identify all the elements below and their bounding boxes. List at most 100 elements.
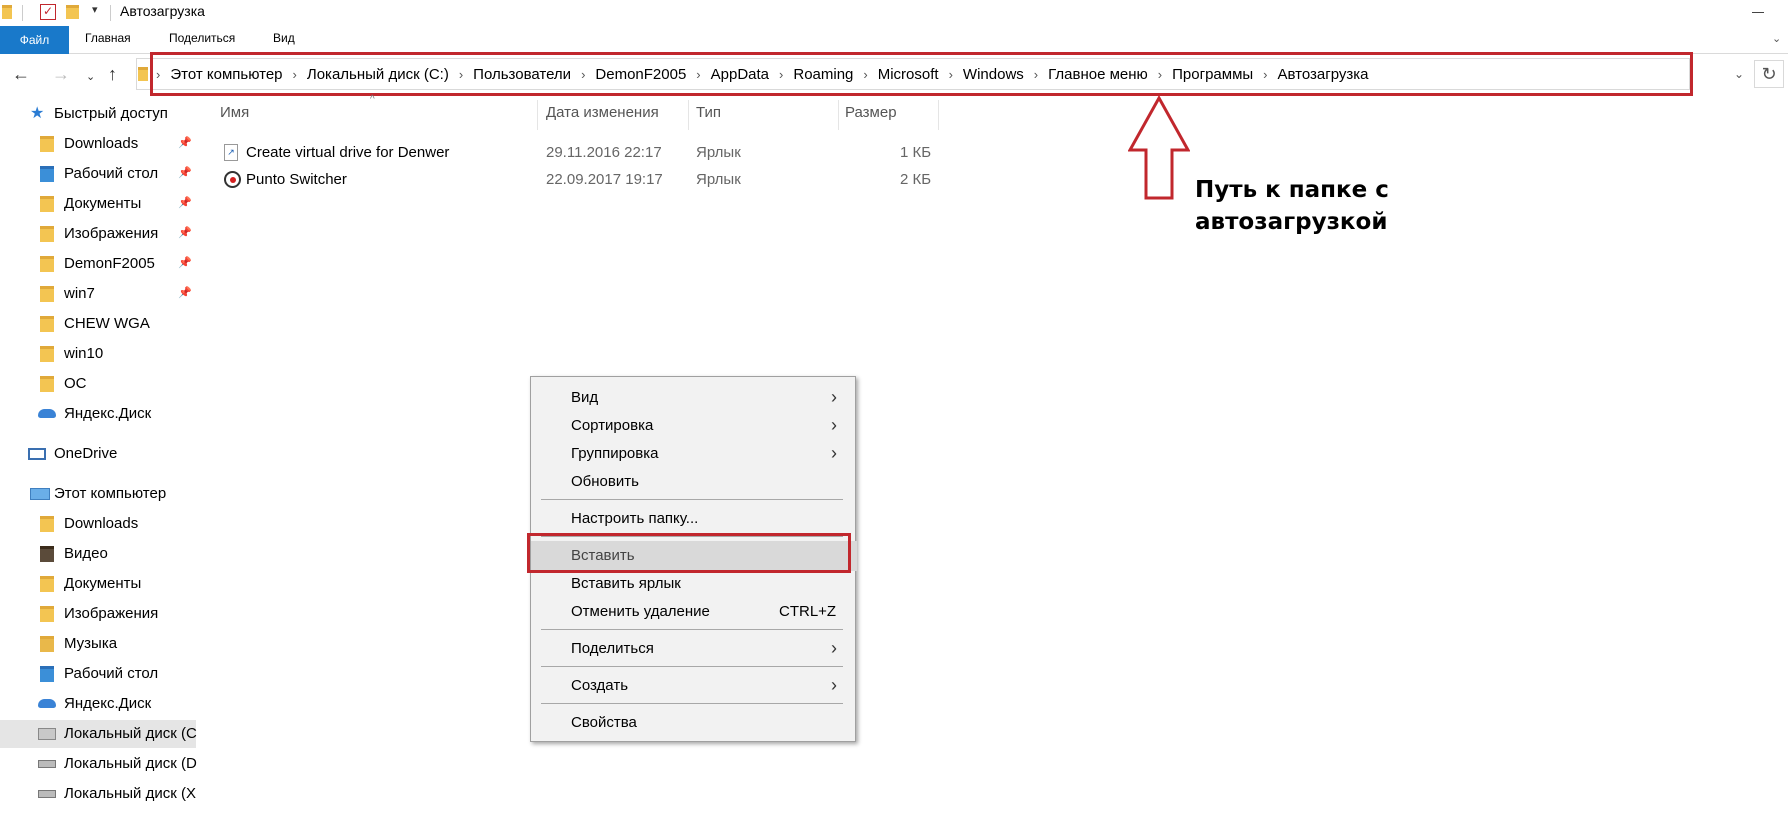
refresh-icon[interactable]: ↻ bbox=[1754, 60, 1784, 88]
menu-item-paste-shortcut[interactable]: Вставить ярлык bbox=[531, 571, 857, 597]
up-arrow-icon[interactable]: ↑ bbox=[108, 64, 117, 85]
menu-item-sort[interactable]: Сортировка › bbox=[531, 413, 857, 439]
column-header-type[interactable]: Тип bbox=[696, 104, 721, 121]
file-date: 22.09.2017 19:17 bbox=[546, 171, 663, 188]
sidebar-this-pc[interactable]: Этот компьютер bbox=[0, 480, 196, 508]
chevron-right-icon: › bbox=[831, 443, 837, 463]
file-row[interactable]: ↗ Create virtual drive for Denwer 29.11.… bbox=[220, 140, 940, 166]
tab-home[interactable]: Главная bbox=[85, 31, 131, 45]
column-header-size[interactable]: Размер bbox=[845, 104, 897, 121]
pin-icon[interactable]: 📌 bbox=[178, 166, 192, 179]
tab-file[interactable]: Файл bbox=[0, 26, 69, 54]
expand-ribbon-icon[interactable]: ⌄ bbox=[1772, 32, 1781, 45]
tab-share[interactable]: Поделиться bbox=[169, 31, 235, 45]
sidebar-item-pc-yandex-disk[interactable]: Яндекс.Диск bbox=[0, 690, 196, 718]
sidebar-item-label: win7 bbox=[64, 285, 95, 302]
new-folder-icon[interactable] bbox=[66, 5, 79, 19]
chevron-right-icon: › bbox=[831, 387, 837, 407]
folder-icon bbox=[2, 5, 12, 19]
shortcut-file-icon: ↗ bbox=[224, 144, 238, 161]
menu-item-label: Вставить ярлык bbox=[571, 575, 681, 592]
pictures-folder-icon bbox=[40, 606, 54, 622]
sidebar-onedrive[interactable]: OneDrive bbox=[0, 440, 196, 468]
sidebar-item-drive-c[interactable]: Локальный диск (C bbox=[0, 720, 197, 748]
sidebar-item-pc-pictures[interactable]: Изображения bbox=[0, 600, 196, 628]
properties-checkmark-icon[interactable]: ✓ bbox=[40, 4, 56, 20]
pin-icon[interactable]: 📌 bbox=[178, 136, 192, 149]
sidebar-item-label: Видео bbox=[64, 545, 108, 562]
menu-separator bbox=[541, 703, 843, 704]
sidebar-item-label: Рабочий стол bbox=[64, 665, 159, 682]
menu-item-group[interactable]: Группировка › bbox=[531, 441, 857, 467]
back-arrow-icon[interactable]: ← bbox=[12, 64, 30, 85]
sidebar-item-yandex-disk[interactable]: Яндекс.Диск bbox=[0, 400, 196, 428]
menu-item-shortcut: CTRL+Z bbox=[779, 603, 837, 620]
menu-item-undo-delete[interactable]: Отменить удаление CTRL+Z bbox=[531, 599, 857, 625]
column-divider[interactable] bbox=[688, 100, 689, 130]
sidebar-item-pc-documents[interactable]: Документы bbox=[0, 570, 196, 598]
sidebar-item-win10[interactable]: win10 bbox=[0, 340, 196, 368]
menu-separator bbox=[541, 629, 843, 630]
menu-item-view[interactable]: Вид › bbox=[531, 385, 857, 411]
menu-item-label: Сортировка bbox=[571, 417, 654, 434]
menu-item-share[interactable]: Поделиться › bbox=[531, 636, 857, 662]
column-header-name[interactable]: Имя bbox=[220, 104, 249, 121]
sidebar-item-chew-wga[interactable]: CHEW WGA bbox=[0, 310, 196, 338]
pin-icon[interactable]: 📌 bbox=[178, 226, 192, 239]
forward-arrow-icon[interactable]: → bbox=[52, 64, 70, 85]
title-bar: ✓ ▾ Автозагрузка bbox=[0, 0, 1788, 26]
sidebar-item-demonf2005[interactable]: DemonF2005 📌 bbox=[0, 250, 196, 278]
menu-item-properties[interactable]: Свойства bbox=[531, 710, 857, 736]
address-folder-icon bbox=[138, 67, 148, 81]
column-divider[interactable] bbox=[938, 100, 939, 130]
column-divider[interactable] bbox=[537, 100, 538, 130]
file-row[interactable]: Punto Switcher 22.09.2017 19:17 Ярлык 2 … bbox=[220, 167, 940, 193]
chevron-right-icon: › bbox=[831, 638, 837, 658]
address-dropdown-icon[interactable]: ⌄ bbox=[1728, 60, 1750, 88]
sidebar-item-oc[interactable]: OC bbox=[0, 370, 196, 398]
file-size: 2 КБ bbox=[900, 171, 932, 188]
tab-view[interactable]: Вид bbox=[273, 31, 295, 45]
pin-icon[interactable]: 📌 bbox=[178, 196, 192, 209]
sidebar-item-drive-x[interactable]: Локальный диск (X bbox=[0, 780, 196, 808]
pin-icon[interactable]: 📌 bbox=[178, 256, 192, 269]
pictures-folder-icon bbox=[40, 226, 54, 242]
column-header-date[interactable]: Дата изменения bbox=[546, 104, 659, 121]
file-date: 29.11.2016 22:17 bbox=[546, 144, 662, 161]
computer-icon bbox=[30, 488, 50, 500]
folder-icon bbox=[40, 376, 54, 392]
sidebar-item-video[interactable]: Видео bbox=[0, 540, 196, 568]
sidebar-item-win7[interactable]: win7 📌 bbox=[0, 280, 196, 308]
menu-item-create[interactable]: Создать › bbox=[531, 673, 857, 699]
customize-quick-access-icon[interactable]: ▾ bbox=[92, 3, 98, 16]
sidebar-item-music[interactable]: Музыка bbox=[0, 630, 196, 658]
file-size: 1 КБ bbox=[900, 144, 932, 161]
pin-icon[interactable]: 📌 bbox=[178, 286, 192, 299]
menu-item-label: Обновить bbox=[571, 473, 639, 490]
sidebar-item-documents[interactable]: Документы 📌 bbox=[0, 190, 196, 218]
download-folder-icon bbox=[40, 516, 54, 532]
recent-locations-icon[interactable]: ⌄ bbox=[86, 70, 95, 83]
menu-item-refresh[interactable]: Обновить bbox=[531, 469, 857, 495]
column-divider[interactable] bbox=[838, 100, 839, 130]
menu-item-label: Отменить удаление bbox=[571, 603, 710, 620]
minimize-icon[interactable] bbox=[1752, 12, 1764, 13]
sidebar-item-label: OC bbox=[64, 375, 87, 392]
sidebar-item-desktop[interactable]: Рабочий стол 📌 bbox=[0, 160, 196, 188]
desktop-folder-icon bbox=[40, 166, 54, 182]
punto-switcher-icon bbox=[224, 171, 241, 188]
sidebar-item-label: Локальный диск (C bbox=[64, 725, 197, 742]
sidebar-item-label: Документы bbox=[64, 195, 142, 212]
red-dot-icon bbox=[230, 177, 236, 183]
star-icon: ★ bbox=[30, 105, 45, 122]
sidebar-quick-access[interactable]: ★ Быстрый доступ bbox=[0, 100, 196, 128]
sidebar-item-pc-downloads[interactable]: Downloads bbox=[0, 510, 196, 538]
menu-item-customize-folder[interactable]: Настроить папку... bbox=[531, 506, 857, 532]
sidebar-item-drive-d[interactable]: Локальный диск (D bbox=[0, 750, 197, 778]
sidebar-item-pictures[interactable]: Изображения 📌 bbox=[0, 220, 196, 248]
sidebar-item-downloads[interactable]: Downloads 📌 bbox=[0, 130, 196, 158]
sidebar-item-pc-desktop[interactable]: Рабочий стол bbox=[0, 660, 196, 688]
documents-folder-icon bbox=[40, 196, 54, 212]
annotation-up-arrow bbox=[1128, 96, 1190, 200]
file-name: Create virtual drive for Denwer bbox=[246, 144, 450, 161]
